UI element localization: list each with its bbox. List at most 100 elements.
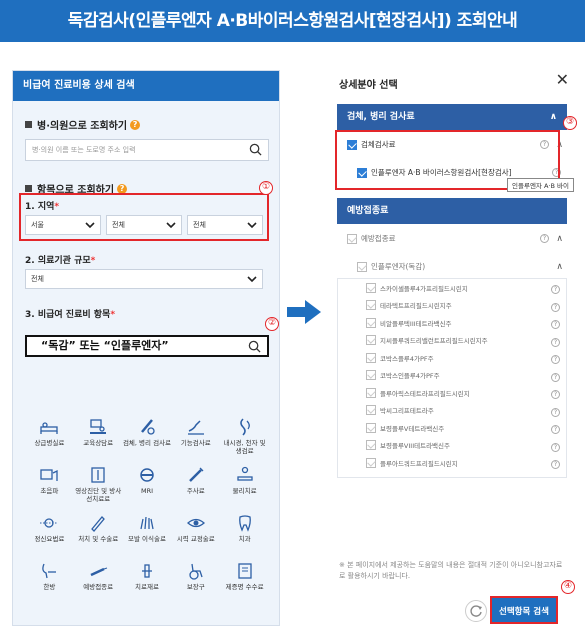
help-icon[interactable]: ? <box>551 390 560 399</box>
list-item-label: 박씨그리프테트라주 <box>380 407 434 416</box>
list-item[interactable]: 코박스인플루4가PF주? <box>338 367 566 385</box>
category-label: 교육상담료 <box>83 439 114 447</box>
category-label: 보장구 <box>186 583 205 591</box>
detail-panel-title: 상세분야 선택 <box>339 80 398 91</box>
syringe-icon <box>188 467 204 482</box>
category-label: 초음파 <box>40 487 59 495</box>
help-icon[interactable]: ? <box>551 302 560 312</box>
help-icon[interactable]: ? <box>551 407 560 417</box>
hospital-search-label-text: 병·의원으로 조회하기 <box>37 121 128 132</box>
category-tooth[interactable]: 치과 <box>220 513 269 555</box>
scale-select[interactable]: 전체 <box>25 269 263 289</box>
category-wheelchair[interactable]: 보장구 <box>171 561 220 603</box>
search-icon[interactable] <box>249 143 262 156</box>
category-mri[interactable]: MRI <box>123 465 172 507</box>
checkbox-unchecked[interactable] <box>366 370 376 381</box>
checkbox-unchecked[interactable] <box>366 387 376 398</box>
selected-items-search-button[interactable]: 선택항목 검색 <box>490 596 558 624</box>
category-label: 제증명 수수료 <box>225 583 264 591</box>
help-icon[interactable]: ? <box>130 119 141 130</box>
list-item-label: 코박스플루4가PF주 <box>380 354 434 363</box>
surgery-icon <box>91 516 106 532</box>
checkbox-unchecked[interactable] <box>366 335 376 346</box>
chevron-up-icon[interactable]: ∧ <box>556 228 563 250</box>
list-item-label: 플루아드쿼드프리필드시린지 <box>380 459 458 468</box>
checkbox-unchecked[interactable] <box>366 282 376 293</box>
category-label: 기능검사료 <box>180 439 211 447</box>
list-item[interactable]: 테라텍트프리필드시린지주? <box>338 297 566 315</box>
category-material[interactable]: 치료재료 <box>123 561 172 603</box>
checkbox-unchecked[interactable] <box>366 440 376 451</box>
category-ultrasound[interactable]: 초음파 <box>25 465 74 507</box>
category-herbal[interactable]: 한방 <box>25 561 74 603</box>
category-certificate[interactable]: 제증명 수수료 <box>220 561 269 603</box>
checkbox-unchecked[interactable] <box>366 300 376 311</box>
help-icon[interactable]: ? <box>551 337 560 347</box>
category-endoscope[interactable]: 내시경, 천자 및 생검료 <box>220 417 269 459</box>
list-item-label: 비알플루텍III테트라백신주 <box>380 319 452 328</box>
row-vaccine[interactable]: 예방접종료 ? ∧ <box>337 228 567 250</box>
category-bed[interactable]: 상급병실료 <box>25 417 74 459</box>
checkbox-unchecked[interactable] <box>347 234 357 244</box>
checkbox-unchecked[interactable] <box>366 352 376 363</box>
row-influenza-flu[interactable]: 인플루엔자(독감) ∧ <box>337 256 567 278</box>
checkbox-unchecked[interactable] <box>357 262 367 272</box>
help-icon[interactable]: ? <box>551 320 560 329</box>
category-function-test[interactable]: 기능검사료 <box>171 417 220 459</box>
category-label: 정신요법료 <box>34 535 65 543</box>
category-brain[interactable]: 정신요법료 <box>25 513 74 555</box>
category-label: 예방접종료 <box>83 583 114 591</box>
vaccine-product-list: 스카이셀플루4가프리필드시린지? 테라텍트프리필드시린지주? 비알플루텍III테… <box>337 278 567 478</box>
help-icon[interactable]: ? <box>551 372 560 382</box>
list-item[interactable]: 박씨그리프테트라주? <box>338 402 566 420</box>
hospital-search-input[interactable]: 병·의원 이름 또는 도로명 주소 입력 <box>25 139 269 161</box>
category-xray[interactable]: 영상진단 및 방사선치료료 <box>74 465 123 507</box>
group-vaccine-header[interactable]: 예방접종료 <box>337 198 567 224</box>
list-item[interactable]: 플루아릭스테트라프리필드시린지? <box>338 384 566 402</box>
row-vaccine-label: 예방접종료 <box>361 234 396 243</box>
checkbox-unchecked[interactable] <box>366 405 376 416</box>
category-vaccine[interactable]: 예방접종료 <box>74 561 123 603</box>
vaccine-icon <box>90 567 108 577</box>
list-item[interactable]: 지씨플루쿼드리밸런트프리필드시린지주? <box>338 332 566 350</box>
help-icon[interactable]: ? <box>117 183 128 194</box>
list-item[interactable]: 비알플루텍III테트라백신주? <box>338 314 566 332</box>
list-item[interactable]: 플루아드쿼드프리필드시린지? <box>338 454 566 472</box>
category-surgery[interactable]: 처치 및 수술료 <box>74 513 123 555</box>
search-panel-header: 비급여 진료비용 상세 검색 <box>13 71 279 101</box>
close-icon[interactable]: ✕ <box>556 70 569 89</box>
help-icon[interactable]: ? <box>551 460 560 469</box>
list-item[interactable]: 스카이셀플루4가프리필드시린지? <box>338 279 566 297</box>
checkbox-unchecked[interactable] <box>366 457 376 468</box>
category-icon-grid: 상급병실료 교육상담료 검체, 병리 검사료 기능검사료 내시경, 천자 및 생… <box>25 417 269 603</box>
checkbox-unchecked[interactable] <box>366 422 376 433</box>
help-icon[interactable]: ? <box>551 425 560 434</box>
list-item[interactable]: 코박스플루4가PF주? <box>338 349 566 367</box>
search-icon[interactable] <box>248 340 261 353</box>
category-consult[interactable]: 교육상담료 <box>74 417 123 459</box>
help-icon[interactable]: ? <box>540 234 549 243</box>
category-eye[interactable]: 시력 교정술료 <box>171 513 220 555</box>
bed-icon <box>40 422 59 434</box>
category-syringe[interactable]: 주사료 <box>171 465 220 507</box>
category-hair[interactable]: 모발 이식술료 <box>123 513 172 555</box>
checkbox-unchecked[interactable] <box>366 317 376 328</box>
group-specimen-header[interactable]: 검체, 병리 검사료 ∧ <box>337 104 567 130</box>
refresh-button[interactable] <box>465 600 487 622</box>
chevron-up-icon: ∧ <box>549 112 557 122</box>
keyword-search-input[interactable]: “독감” 또는 “인플루엔자” <box>25 335 269 357</box>
list-item-label: 코박스인플루4가PF주 <box>380 372 440 381</box>
category-label: 치료재료 <box>135 583 159 591</box>
help-icon[interactable]: ? <box>551 355 560 364</box>
chevron-up-icon[interactable]: ∧ <box>556 256 563 278</box>
category-physio[interactable]: 물리치료 <box>220 465 269 507</box>
xray-icon <box>91 467 105 483</box>
list-item-label: 플루아릭스테트라프리필드시린지 <box>380 389 470 398</box>
help-icon[interactable]: ? <box>551 442 560 452</box>
category-test-tube[interactable]: 검체, 병리 검사료 <box>123 417 172 459</box>
list-item[interactable]: 보령플루V테트라백신주? <box>338 419 566 437</box>
search-panel: 비급여 진료비용 상세 검색 병·의원으로 조회하기 ? 병·의원 이름 또는 … <box>12 70 280 626</box>
help-icon[interactable]: ? <box>551 285 560 294</box>
endoscope-icon <box>239 418 250 436</box>
list-item[interactable]: 보령플루VIII테트라백신주? <box>338 437 566 455</box>
